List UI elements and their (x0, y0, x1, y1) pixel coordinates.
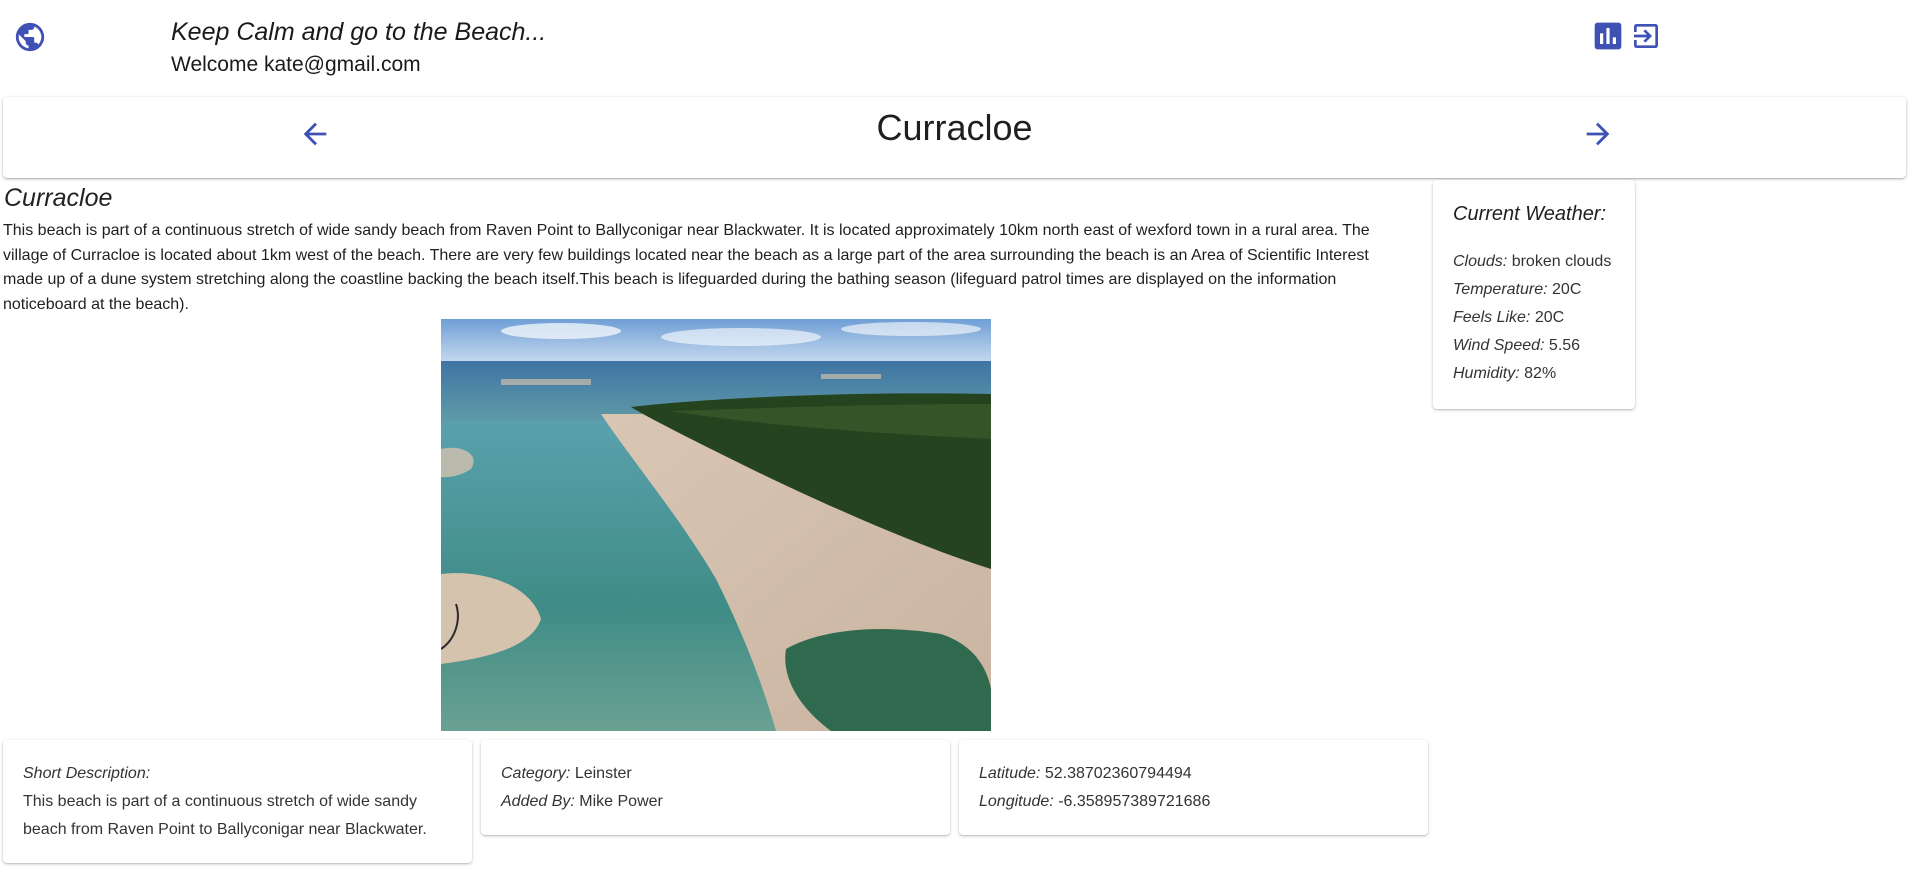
weather-label: Clouds: (1453, 253, 1508, 270)
category-row: Category: Leinster (501, 760, 663, 788)
weather-list: Clouds: broken clouds Temperature: 20C F… (1453, 248, 1611, 388)
nav-title: Curracloe (876, 107, 1033, 148)
added-by-row: Added By: Mike Power (501, 788, 663, 816)
weather-value: 5.56 (1548, 337, 1581, 354)
short-description-label: Short Description: (23, 765, 151, 782)
weather-label: Feels Like: (1453, 309, 1531, 326)
header-actions (1592, 20, 1662, 52)
logout-icon[interactable] (1630, 20, 1662, 52)
category-card: Category: Leinster Added By: Mike Power (481, 740, 950, 835)
latitude-label: Latitude: (979, 765, 1041, 782)
longitude-row: Longitude: -6.358957389721686 (979, 788, 1210, 816)
location-card: Latitude: 52.38702360794494 Longitude: -… (959, 740, 1428, 835)
weather-title: Current Weather: (1453, 203, 1607, 225)
short-description-card: Short Description: This beach is part of… (3, 740, 472, 863)
weather-card: Current Weather: Clouds: broken clouds T… (1433, 180, 1635, 409)
category-value: Leinster (574, 765, 632, 782)
weather-label: Humidity: (1453, 365, 1520, 382)
category-label: Category: (501, 765, 571, 782)
latitude-row: Latitude: 52.38702360794494 (979, 760, 1210, 788)
longitude-value: -6.358957389721686 (1058, 793, 1211, 810)
weather-row-wind-speed: Wind Speed: 5.56 (1453, 332, 1611, 360)
weather-label: Wind Speed: (1453, 337, 1545, 354)
beach-name: Curracloe (4, 184, 113, 212)
latitude-value: 52.38702360794494 (1044, 765, 1192, 782)
beach-nav-bar: Curracloe (3, 97, 1906, 178)
arrow-right-icon[interactable] (1581, 117, 1615, 151)
weather-row-feels-like: Feels Like: 20C (1453, 304, 1611, 332)
beach-photo (441, 319, 991, 731)
weather-value: 20C (1534, 309, 1565, 326)
welcome-text: Welcome kate@gmail.com (171, 53, 421, 76)
added-by-value: Mike Power (579, 793, 663, 810)
weather-value: broken clouds (1511, 253, 1612, 270)
weather-label: Temperature: (1453, 281, 1548, 298)
longitude-label: Longitude: (979, 793, 1054, 810)
weather-row-humidity: Humidity: 82% (1453, 360, 1611, 388)
globe-icon[interactable] (13, 20, 47, 54)
weather-value: 82% (1524, 365, 1557, 382)
app-tagline: Keep Calm and go to the Beach... (171, 18, 547, 46)
weather-row-clouds: Clouds: broken clouds (1453, 248, 1611, 276)
bar-chart-icon[interactable] (1592, 20, 1624, 52)
short-description-value: This beach is part of a continuous stret… (23, 793, 427, 838)
weather-value: 20C (1552, 281, 1582, 298)
weather-row-temperature: Temperature: 20C (1453, 276, 1611, 304)
added-by-label: Added By: (501, 793, 575, 810)
beach-description: This beach is part of a continuous stret… (3, 222, 1370, 313)
